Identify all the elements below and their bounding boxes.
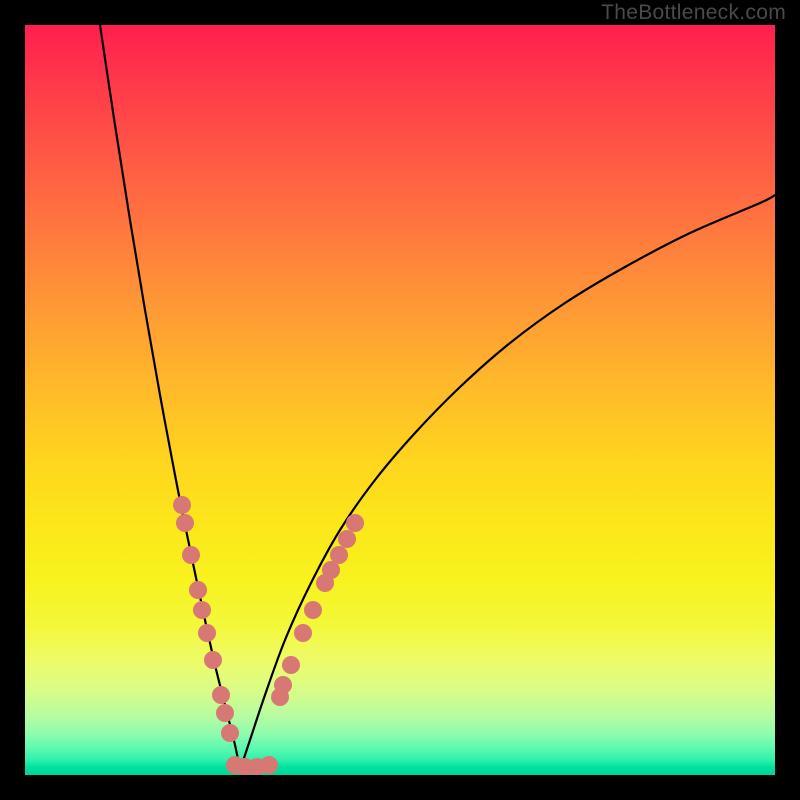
marker-dot [346, 514, 364, 532]
marker-dot [216, 704, 234, 722]
marker-dot [274, 676, 292, 694]
marker-dot [204, 651, 222, 669]
chart-frame: TheBottleneck.com [0, 0, 800, 800]
marker-dot [260, 756, 278, 774]
marker-dot [193, 601, 211, 619]
marker-dot [173, 496, 191, 514]
marker-dot [198, 624, 216, 642]
right-branch [240, 195, 775, 770]
marker-dot [189, 581, 207, 599]
marker-dot [294, 624, 312, 642]
marker-dot [212, 686, 230, 704]
marker-dot [176, 514, 194, 532]
plot-area [25, 25, 775, 775]
marker-dot [330, 546, 348, 564]
marker-dot [282, 656, 300, 674]
curve-layer [25, 25, 775, 775]
marker-dot [221, 724, 239, 742]
marker-dot [182, 546, 200, 564]
marker-dot [338, 530, 356, 548]
watermark-text: TheBottleneck.com [601, 1, 786, 25]
marker-dot [304, 601, 322, 619]
